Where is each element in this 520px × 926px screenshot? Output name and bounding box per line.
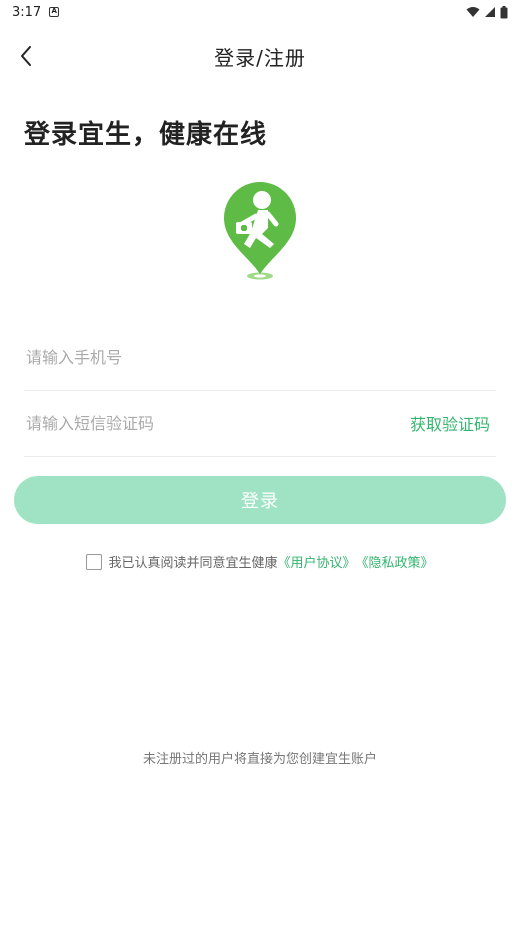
status-icons [466, 5, 508, 19]
a-icon: A [49, 7, 60, 17]
phone-input[interactable] [24, 346, 496, 368]
runner-map-pin-logo [224, 182, 296, 280]
wifi-icon [466, 7, 480, 17]
chevron-left-icon [21, 46, 31, 66]
battery-icon [500, 5, 508, 18]
agreement-text: 我已认真阅读并同意宜生健康 [108, 556, 278, 571]
code-field-row: 获取验证码 [24, 390, 496, 457]
back-button[interactable] [10, 40, 42, 72]
phone-field-row [24, 324, 496, 391]
footer-note: 未注册过的用户将直接为您创建宜生账户 [142, 752, 377, 767]
sms-code-input[interactable] [24, 412, 410, 434]
status-bar: 3:17 A [0, 0, 520, 24]
get-code-button[interactable]: 获取验证码 [410, 411, 496, 435]
status-time: 3:17 [12, 4, 42, 20]
signal-icon [485, 7, 495, 17]
privacy-policy-link[interactable]: 《隐私政策》 [356, 552, 434, 571]
agreement-checkbox[interactable] [86, 553, 103, 570]
header: 登录/注册 [0, 32, 520, 80]
login-button[interactable]: 登录 [14, 476, 506, 524]
agreement-row: 我已认真阅读并同意宜生健康 《用户协议》 《隐私政策》 [0, 552, 520, 571]
page-title: 登录/注册 [214, 45, 306, 70]
user-agreement-link[interactable]: 《用户协议》 [277, 552, 355, 571]
slogan: 登录宜生，健康在线 [24, 120, 268, 150]
